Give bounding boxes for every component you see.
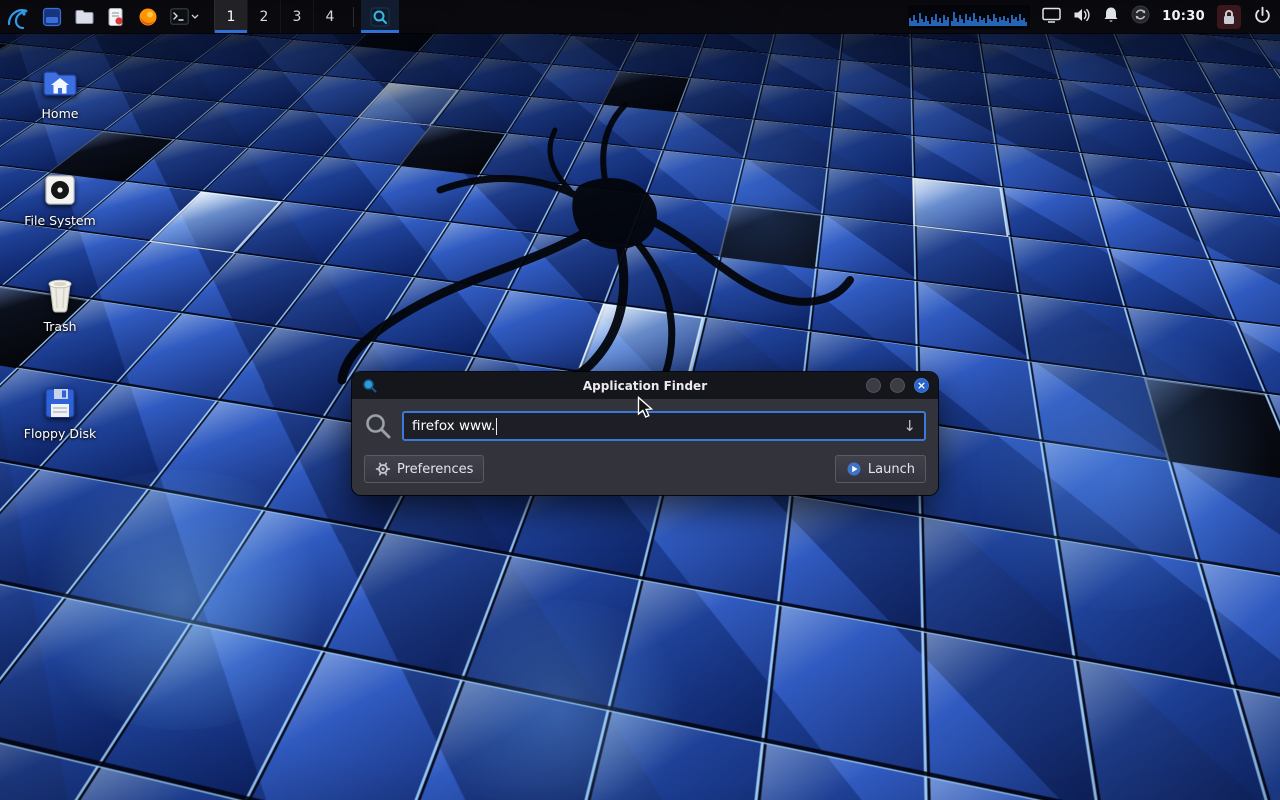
folder-icon <box>74 7 94 27</box>
taskbar-application-finder[interactable] <box>361 0 399 33</box>
launch-icon <box>846 461 862 477</box>
text-caret <box>496 418 497 435</box>
cpu-graph-icon <box>908 5 1030 29</box>
launch-button-label: Launch <box>868 462 915 477</box>
dropdown-arrow-icon[interactable]: ↓ <box>903 419 916 434</box>
chevron-down-icon <box>191 14 199 20</box>
close-icon: × <box>917 380 926 391</box>
bell-icon <box>1103 6 1119 23</box>
app-finder-icon <box>370 7 390 27</box>
search-icon <box>364 412 392 440</box>
desktop: 1 2 3 4 <box>0 0 1280 800</box>
window-controls: × <box>866 378 929 393</box>
lock-screen-button[interactable] <box>1217 5 1241 29</box>
desktop-icon-trash[interactable]: Trash <box>16 268 104 334</box>
launch-button[interactable]: Launch <box>835 455 926 483</box>
workspace-3[interactable]: 3 <box>280 0 313 33</box>
launcher-terminal[interactable] <box>164 0 204 33</box>
speaker-icon <box>1073 7 1091 23</box>
top-panel: 1 2 3 4 <box>0 0 1280 33</box>
desktop-icon-label: Floppy Disk <box>16 426 104 441</box>
search-input-value: firefox www. <box>412 418 495 434</box>
system-monitor-graph[interactable] <box>908 5 1030 29</box>
launcher-file-manager[interactable] <box>68 0 100 33</box>
workspace-label: 1 <box>227 9 236 25</box>
desktop-icon-label: Trash <box>16 319 104 334</box>
panel-clock[interactable]: 10:30 <box>1162 9 1205 24</box>
power-button[interactable] <box>1253 5 1272 28</box>
text-editor-icon <box>106 7 126 27</box>
floppy-disk-icon <box>16 375 104 421</box>
panel-separator <box>353 7 354 27</box>
notifications-tray[interactable] <box>1103 6 1119 27</box>
preferences-button[interactable]: Preferences <box>364 455 484 483</box>
launcher-firefox[interactable] <box>132 0 164 33</box>
workspace-4[interactable]: 4 <box>313 0 346 33</box>
close-button[interactable]: × <box>914 378 929 393</box>
search-input[interactable]: firefox www. ↓ <box>402 411 926 441</box>
minimize-button[interactable] <box>866 378 881 393</box>
app-finder-window-icon <box>362 378 377 393</box>
window-app-icon <box>42 7 62 27</box>
terminal-icon <box>170 8 189 25</box>
workspace-label: 2 <box>260 9 269 25</box>
trash-can-icon <box>16 268 104 314</box>
launcher-window[interactable] <box>36 0 68 33</box>
update-circle-icon <box>1131 5 1150 24</box>
workspace-1[interactable]: 1 <box>214 0 247 33</box>
desktop-icon-file-system[interactable]: File System <box>16 162 104 228</box>
window-title: Application Finder <box>360 379 930 393</box>
workspace-label: 3 <box>293 9 302 25</box>
window-titlebar[interactable]: Application Finder × <box>352 372 938 399</box>
launcher-text-editor[interactable] <box>100 0 132 33</box>
firefox-icon <box>138 7 158 27</box>
volume-tray[interactable] <box>1073 7 1091 27</box>
maximize-button[interactable] <box>890 378 905 393</box>
lock-icon <box>1221 8 1237 26</box>
application-finder-window: Application Finder × firefox www. ↓ <box>352 372 938 495</box>
desktop-icon-label: File System <box>16 213 104 228</box>
home-folder-icon <box>16 55 104 101</box>
power-icon <box>1253 5 1272 24</box>
workspace-label: 4 <box>326 9 335 25</box>
preferences-button-label: Preferences <box>397 462 473 477</box>
desktop-icon-home[interactable]: Home <box>16 55 104 121</box>
workspace-switcher: 1 2 3 4 <box>214 0 346 33</box>
updates-tray[interactable] <box>1131 5 1150 28</box>
desktop-icon-label: Home <box>16 106 104 121</box>
system-tray: 10:30 <box>908 0 1280 33</box>
kali-logo-icon <box>5 4 31 30</box>
display-icon <box>1042 7 1061 23</box>
file-system-drive-icon <box>16 162 104 208</box>
display-settings-tray[interactable] <box>1042 7 1061 27</box>
mouse-cursor <box>637 396 655 419</box>
desktop-icon-floppy-disk[interactable]: Floppy Disk <box>16 375 104 441</box>
workspace-2[interactable]: 2 <box>247 0 280 33</box>
gear-icon <box>375 461 391 477</box>
applications-menu-button[interactable] <box>0 0 36 33</box>
